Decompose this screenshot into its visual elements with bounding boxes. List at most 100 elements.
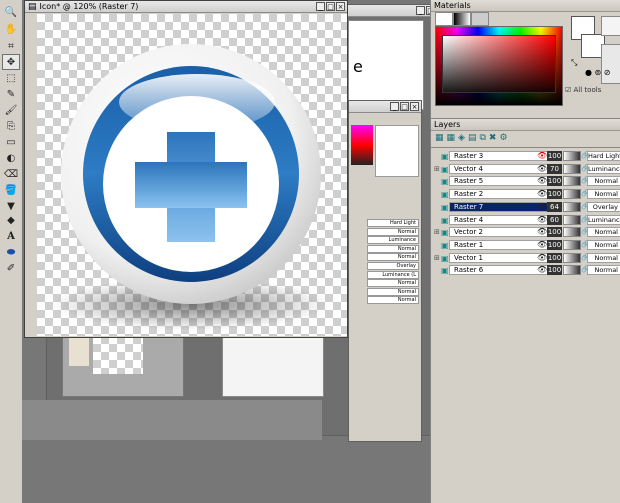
text-tool-icon[interactable]: A — [2, 228, 20, 244]
visibility-eye-icon[interactable]: 👁 — [537, 189, 547, 198]
new-mask-icon[interactable]: ▤ — [468, 133, 480, 143]
blend-mode-select[interactable]: Hard Light — [587, 151, 620, 161]
new-raster-layer-icon[interactable]: ▦ — [435, 133, 447, 143]
layer-opacity[interactable]: 100 — [547, 151, 562, 161]
layer-type-icon: ▣ — [441, 190, 449, 200]
eraser-tool-icon[interactable]: ⌫ — [2, 166, 20, 182]
opacity-slider[interactable] — [563, 201, 581, 212]
visibility-eye-icon[interactable]: 👁 — [537, 176, 547, 185]
swap-colors-icon[interactable]: ⤡ — [571, 58, 577, 68]
swatches-tab-icon[interactable] — [471, 12, 489, 26]
blend-mode-select[interactable]: Normal — [587, 239, 620, 250]
layer-opacity[interactable]: 60 — [547, 214, 562, 225]
dodge-tool-icon[interactable]: ▭ — [2, 134, 20, 150]
saturation-box[interactable] — [442, 35, 556, 93]
pan-tool-icon[interactable]: ✋ — [2, 21, 20, 37]
canvas-window[interactable]: ▤ Icon* @ 120% (Raster 7) _ □ × — [24, 0, 348, 338]
layer-row[interactable]: ▣ Raster 6 👁 100 🔗 Normal — [431, 264, 620, 276]
texture-icon[interactable]: ● ⊚ ⊘ — [585, 68, 610, 77]
opacity-slider[interactable] — [563, 151, 581, 161]
zoom-tool-icon[interactable]: 🔍 — [2, 4, 20, 20]
maximize-button-2[interactable]: □ — [400, 102, 409, 111]
blend-mode-select[interactable]: Overlay — [587, 201, 620, 212]
minimize-button-2[interactable]: _ — [390, 102, 399, 111]
eyedropper-tool-icon[interactable]: ✎ — [2, 86, 20, 102]
paint-brush-tool-icon[interactable]: 🖌 — [2, 102, 20, 118]
new-adjustment-layer-icon[interactable]: ◈ — [458, 133, 468, 143]
canvas-maximize-button[interactable]: □ — [326, 2, 335, 11]
visibility-eye-icon[interactable]: 👁 — [537, 227, 547, 236]
duplicate-layer-icon[interactable]: ⧉ — [479, 133, 488, 143]
opacity-slider[interactable] — [563, 227, 581, 238]
layer-row[interactable]: ▣ Raster 5 👁 100 🔗 Normal — [431, 175, 620, 187]
blend-mode-select[interactable]: Normal — [587, 252, 620, 263]
blend-mode-select[interactable]: Normal — [587, 176, 620, 187]
layer-row[interactable]: ▣Raster 4👁60🔗Luminance (L — [431, 214, 620, 226]
background-swatch-alt[interactable] — [601, 44, 620, 84]
layer-opacity[interactable]: 100 — [547, 176, 562, 187]
opacity-slider[interactable] — [563, 163, 581, 174]
smudge-tool-icon[interactable]: ◐ — [2, 150, 20, 166]
background-layers-window[interactable]: _ □ × Hard Light Normal Luminance Normal Nor… — [348, 100, 422, 442]
blend-mode-select[interactable]: Luminance — [587, 163, 620, 174]
layer-opacity[interactable]: 100 — [547, 189, 562, 200]
blend-mode-select[interactable]: Normal — [587, 227, 620, 238]
layer-type-icon: ▣ — [441, 240, 449, 250]
layer-opacity[interactable]: 100 — [547, 265, 562, 276]
fill-tool-icon[interactable]: 🪣 — [2, 182, 20, 198]
move-tool-icon[interactable]: ✥ — [2, 54, 20, 70]
layer-row[interactable]: ▣ Raster 2 👁 100 🔗 Normal — [431, 188, 620, 200]
layer-opacity[interactable]: 100 — [547, 239, 562, 250]
expand-toggle-icon[interactable]: ⊞ — [434, 165, 440, 173]
materials-panel-title: Materials — [431, 0, 620, 12]
visibility-eye-icon[interactable]: 👁 — [537, 240, 547, 249]
expand-toggle-icon[interactable]: ⊞ — [434, 254, 440, 262]
foreground-swatch-alt[interactable] — [601, 16, 620, 36]
layer-opacity[interactable]: 64 — [547, 201, 562, 212]
selection-tool-icon[interactable]: ⬚ — [2, 70, 20, 86]
close-button-2[interactable]: × — [410, 102, 419, 111]
delete-layer-icon[interactable]: ✖ — [489, 133, 500, 143]
layer-row[interactable]: ⊞ ▣ Vector 1 👁 100 🔗 Normal — [431, 252, 620, 264]
visibility-eye-icon[interactable]: 👁 — [537, 265, 547, 274]
draw-tool-icon[interactable]: ✐ — [2, 260, 20, 276]
opacity-slider[interactable] — [563, 176, 581, 187]
minimize-button[interactable]: _ — [416, 6, 425, 15]
layer-properties-icon[interactable]: ⚙ — [499, 133, 510, 143]
opacity-slider[interactable] — [563, 265, 581, 276]
clone-tool-icon[interactable]: ⎘ — [2, 118, 20, 134]
layer-row[interactable]: ▣ Raster 3 👁 100 🔗 Hard Light — [431, 150, 620, 162]
visibility-eye-icon[interactable]: 👁 — [537, 215, 547, 224]
opacity-slider[interactable] — [563, 189, 581, 200]
layer-opacity[interactable]: 70 — [547, 163, 562, 174]
all-tools-checkbox[interactable]: ☑ All tools — [565, 86, 601, 94]
blend-mode-select[interactable]: Normal — [587, 265, 620, 276]
canvas-area[interactable] — [37, 14, 347, 336]
preset-shape-tool-icon[interactable]: ⬬ — [2, 244, 20, 260]
visibility-eye-icon[interactable]: 👁 — [537, 202, 547, 211]
layer-row[interactable]: ▣ Raster 1 👁 100 🔗 Normal — [431, 239, 620, 251]
blend-mode-select[interactable]: Normal — [587, 189, 620, 200]
layer-row[interactable]: ⊞ ▣ Vector 2 👁 100 🔗 Normal — [431, 226, 620, 238]
layer-opacity[interactable]: 100 — [547, 227, 562, 238]
layer-row[interactable]: ⊞▣Vector 4👁70🔗Luminance — [431, 163, 620, 175]
opacity-slider[interactable] — [563, 214, 581, 225]
visibility-eye-icon[interactable]: 👁 — [537, 151, 547, 160]
blend-mode-select[interactable]: Luminance (L — [587, 214, 620, 225]
opacity-slider[interactable] — [563, 239, 581, 250]
layer-row[interactable]: ▣ Raster 7 👁 64 🔗 Overlay — [431, 201, 620, 213]
color-picker-spectrum[interactable] — [435, 26, 563, 106]
canvas-close-button[interactable]: × — [336, 2, 345, 11]
crop-tool-icon[interactable]: ⌗ — [2, 38, 20, 54]
new-vector-layer-icon[interactable]: ▦ — [447, 133, 459, 143]
opacity-slider[interactable] — [563, 252, 581, 263]
frame-tab-icon[interactable] — [435, 12, 453, 26]
layers-toolbar-divider — [431, 147, 620, 148]
rainbow-tab-icon[interactable] — [453, 12, 471, 26]
canvas-minimize-button[interactable]: _ — [316, 2, 325, 11]
visibility-eye-icon[interactable]: 👁 — [537, 164, 547, 173]
layer-opacity[interactable]: 100 — [547, 252, 562, 263]
pen-tool-icon[interactable]: ◆ — [2, 212, 20, 228]
expand-toggle-icon[interactable]: ⊞ — [434, 228, 440, 236]
visibility-eye-icon[interactable]: 👁 — [537, 253, 547, 262]
